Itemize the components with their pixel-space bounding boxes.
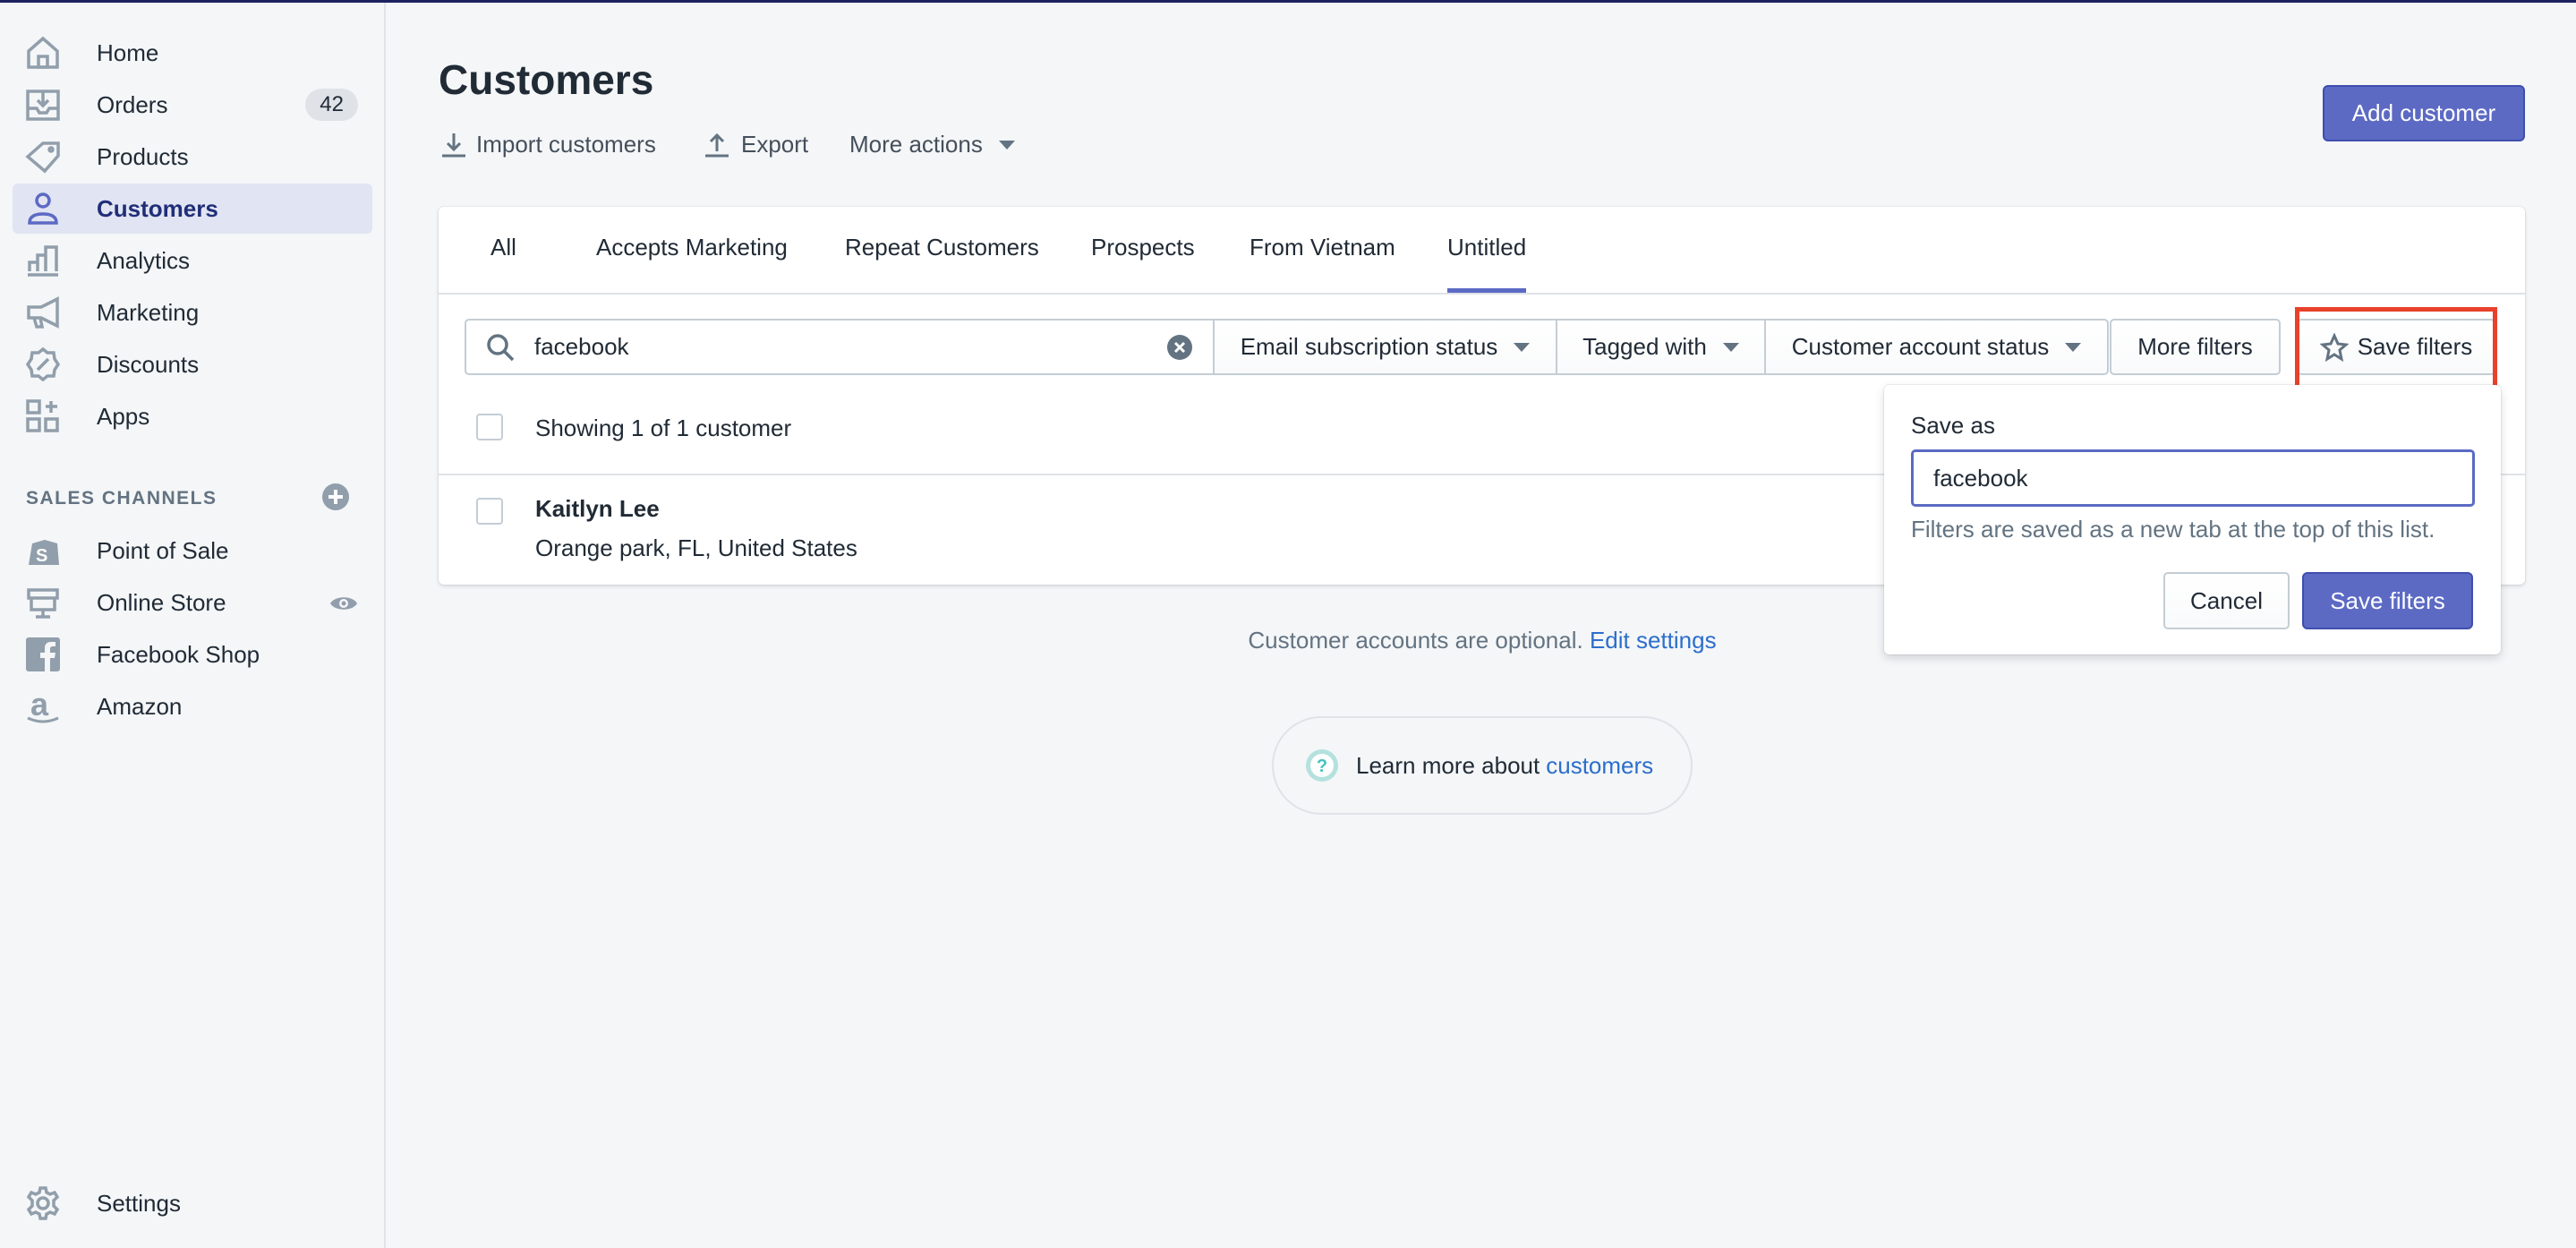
discount-icon [25, 346, 61, 382]
orders-icon [25, 87, 61, 123]
cancel-button[interactable]: Cancel [2163, 572, 2290, 629]
sidebar-item-products[interactable]: Products [13, 132, 372, 182]
footer-text: Customer accounts are optional. [1248, 627, 1583, 654]
edit-settings-link[interactable]: Edit settings [1590, 627, 1717, 654]
import-icon [442, 132, 465, 157]
bar-chart-icon [25, 243, 61, 278]
sidebar: Home Orders 42 Products Customers Analyt… [0, 3, 386, 1248]
sidebar-item-label: Customers [97, 194, 218, 222]
caret-down-icon [2065, 342, 2082, 352]
customers-help-link[interactable]: customers [1546, 752, 1653, 780]
sidebar-item-point-of-sale[interactable]: S Point of Sale [13, 526, 372, 576]
sidebar-item-label: Point of Sale [97, 536, 229, 564]
add-customer-button[interactable]: Add customer [2323, 85, 2525, 141]
sidebar-item-label: Settings [97, 1189, 181, 1217]
sidebar-item-label: Products [97, 142, 189, 170]
megaphone-icon [25, 295, 61, 330]
eye-icon[interactable] [329, 592, 358, 620]
export-button[interactable]: Export [704, 131, 808, 158]
shopify-bag-icon: S [25, 533, 61, 568]
sidebar-item-marketing[interactable]: Marketing [13, 287, 372, 338]
more-filters-button[interactable]: More filters [2110, 319, 2281, 375]
search-input[interactable]: facebook [465, 319, 1215, 375]
customer-checkbox[interactable] [476, 498, 503, 525]
sidebar-item-customers[interactable]: Customers [13, 184, 372, 234]
more-actions-label: More actions [849, 131, 983, 158]
sidebar-item-label: Home [97, 38, 159, 66]
export-label: Export [741, 131, 809, 158]
svg-text:a: a [30, 688, 49, 722]
select-all-checkbox[interactable] [476, 414, 503, 440]
add-channel-icon[interactable] [322, 483, 349, 517]
tab-all[interactable]: All [490, 234, 516, 293]
caret-down-icon [1722, 342, 1739, 352]
caret-down-icon [998, 140, 1015, 150]
sidebar-item-label: Discounts [97, 350, 200, 378]
save-as-input[interactable]: facebook [1911, 449, 2475, 507]
tag-icon [25, 139, 61, 175]
sidebar-item-label: Online Store [97, 588, 226, 616]
sales-channels-heading: SALES CHANNELS [26, 488, 218, 509]
amazon-icon: a [25, 688, 61, 724]
sidebar-item-label: Analytics [97, 246, 191, 274]
clear-search-icon[interactable] [1166, 334, 1193, 361]
sidebar-item-label: Amazon [97, 692, 183, 720]
save-filters-popover: Save as facebook Filters are saved as a … [1884, 385, 2501, 654]
sidebar-item-amazon[interactable]: a Amazon [13, 681, 372, 731]
email-subscription-filter[interactable]: Email subscription status [1213, 319, 1557, 375]
save-as-label: Save as [1911, 412, 1995, 439]
sidebar-item-home[interactable]: Home [13, 28, 372, 78]
sidebar-item-label: Orders [97, 90, 168, 118]
top-border [0, 0, 2576, 3]
export-icon [705, 132, 729, 157]
tab-from-vietnam[interactable]: From Vietnam [1250, 234, 1395, 293]
import-label: Import customers [476, 131, 656, 158]
svg-text:S: S [36, 546, 47, 566]
page-title: Customers [439, 56, 654, 103]
customer-account-status-filter[interactable]: Customer account status [1764, 319, 2109, 375]
learn-more-pill: ? Learn more about customers [1272, 716, 1693, 815]
tab-untitled[interactable]: Untitled [1447, 234, 1527, 293]
tab-repeat-customers[interactable]: Repeat Customers [845, 234, 1039, 293]
sidebar-item-online-store[interactable]: Online Store [13, 577, 372, 628]
customer-name[interactable]: Kaitlyn Lee [535, 495, 660, 523]
sidebar-item-label: Apps [97, 402, 150, 430]
gear-icon [25, 1185, 61, 1221]
person-icon [25, 191, 61, 227]
search-value: facebook [534, 333, 629, 360]
showing-count: Showing 1 of 1 customer [535, 415, 792, 441]
tab-prospects[interactable]: Prospects [1091, 234, 1195, 293]
sidebar-item-settings[interactable]: Settings [13, 1178, 372, 1228]
divider [439, 293, 2525, 295]
import-customers-button[interactable]: Import customers [440, 131, 656, 158]
sidebar-item-apps[interactable]: Apps [13, 391, 372, 441]
highlight-box [2295, 307, 2497, 391]
sidebar-item-orders[interactable]: Orders 42 [13, 80, 372, 130]
search-icon [487, 333, 515, 361]
sidebar-item-discounts[interactable]: Discounts [13, 339, 372, 389]
save-filters-submit-button[interactable]: Save filters [2302, 572, 2473, 629]
help-icon: ? [1306, 749, 1338, 782]
tagged-with-filter[interactable]: Tagged with [1556, 319, 1766, 375]
orders-count-badge: 42 [305, 89, 358, 121]
customer-location: Orange park, FL, United States [535, 534, 857, 561]
filter-label: Customer account status [1791, 333, 2050, 360]
sidebar-item-analytics[interactable]: Analytics [13, 235, 372, 286]
more-actions-button[interactable]: More actions [849, 131, 1015, 158]
save-as-help: Filters are saved as a new tab at the to… [1911, 516, 2435, 543]
apps-icon [25, 398, 61, 434]
sidebar-item-label: Marketing [97, 298, 200, 326]
filter-label: Email subscription status [1240, 333, 1498, 360]
learn-more-text: Learn more about [1356, 751, 1540, 779]
svg-text:?: ? [1317, 756, 1327, 776]
caret-down-icon [1514, 342, 1531, 352]
store-icon [25, 585, 61, 620]
home-icon [25, 35, 61, 71]
save-as-value: facebook [1933, 464, 2028, 492]
filter-label: Tagged with [1582, 333, 1707, 360]
footer-note: Customer accounts are optional. Edit set… [0, 627, 2576, 654]
tab-accepts-marketing[interactable]: Accepts Marketing [596, 234, 788, 293]
